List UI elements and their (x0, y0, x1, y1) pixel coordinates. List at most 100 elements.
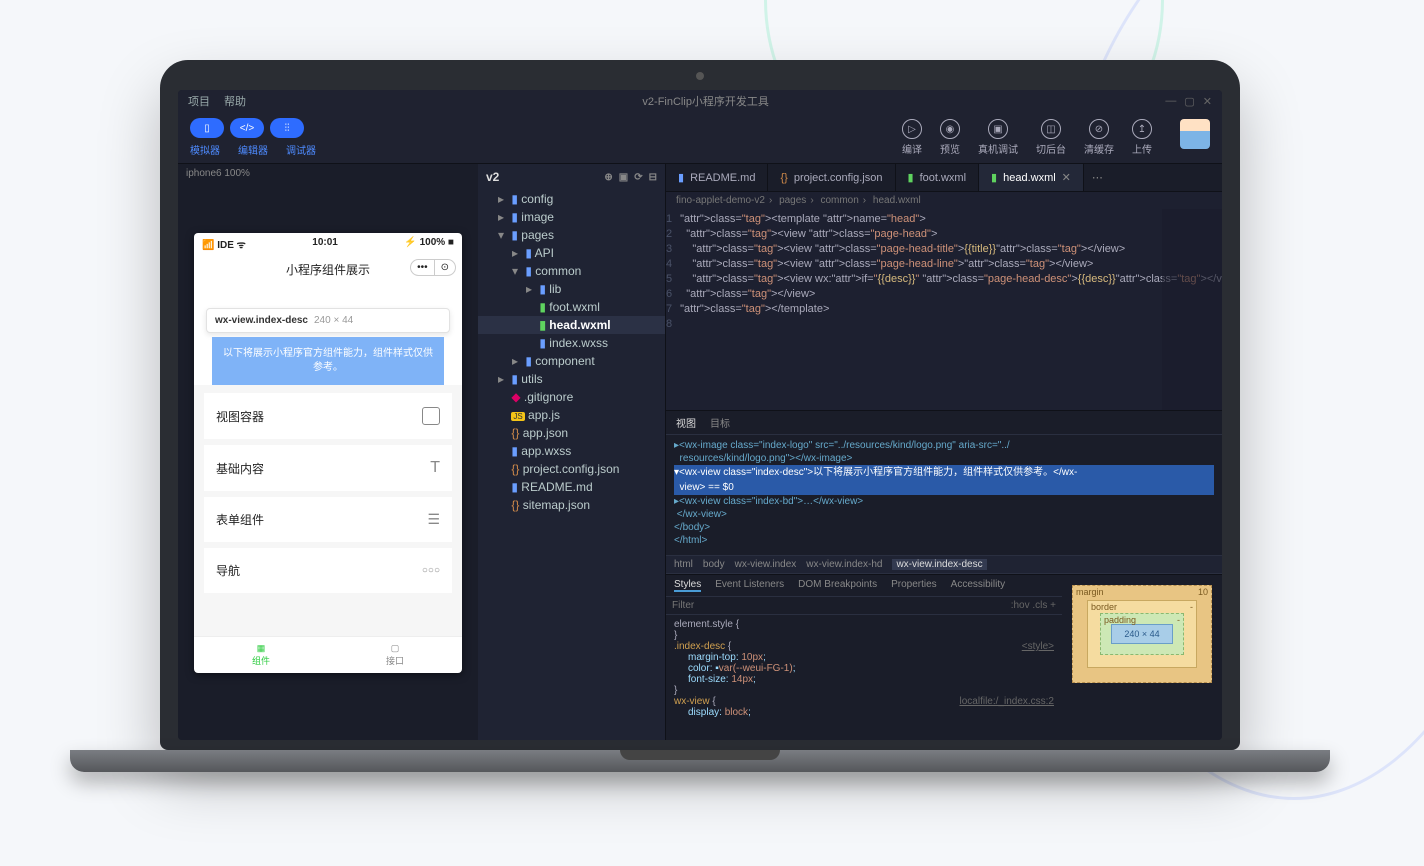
avatar[interactable] (1180, 119, 1210, 149)
project-root[interactable]: v2 (486, 170, 499, 184)
maximize-icon[interactable]: ▢ (1184, 95, 1194, 108)
folder-item[interactable]: ▸ ▮ lib (478, 280, 665, 298)
refresh-icon[interactable]: ⟳ (634, 172, 642, 183)
folder-item[interactable]: ▸ ▮ config (478, 190, 665, 208)
folder-item[interactable]: ▸ ▮ API (478, 244, 665, 262)
collapse-icon[interactable]: ⊟ (649, 172, 657, 183)
breadcrumb: fino-applet-demo-v2› pages› common› head… (666, 192, 1222, 209)
file-item[interactable]: ▮ head.wxml (478, 316, 665, 334)
folder-item[interactable]: ▾ ▮ common (478, 262, 665, 280)
menu-project[interactable]: 项目 (188, 93, 210, 109)
component-list: 视图容器 基础内容T 表单组件☰ 导航○○○ (194, 385, 462, 636)
file-item[interactable]: {} sitemap.json (478, 496, 665, 514)
new-file-icon[interactable]: ⊕ (604, 172, 612, 183)
window-title: v2-FinClip小程序开发工具 (260, 93, 1151, 109)
device-info: iphone6 100% (178, 164, 478, 183)
box-model: margin10 border- padding- 240 × 44 (1062, 575, 1222, 740)
more-tabs-icon[interactable]: ⋯ (1084, 164, 1111, 191)
folder-item[interactable]: ▸ ▮ component (478, 352, 665, 370)
cls-toggle[interactable]: .cls (1032, 600, 1047, 611)
mode-simulator-label: 模拟器 (190, 142, 220, 157)
hov-toggle[interactable]: :hov (1011, 600, 1030, 611)
highlighted-element[interactable]: 以下将展示小程序官方组件能力，组件样式仅供参考。 (212, 337, 444, 385)
file-item[interactable]: ▮ foot.wxml (478, 298, 665, 316)
code-editor[interactable]: 12345678 "attr">class="tag"><template "a… (666, 209, 1222, 410)
phone-title: 小程序组件展示 •••⊙ (194, 255, 462, 284)
add-style-icon[interactable]: + (1050, 600, 1056, 611)
file-item[interactable]: {} project.config.json (478, 460, 665, 478)
preview-button[interactable]: ◉预览 (940, 119, 960, 156)
clear-cache-button[interactable]: ⊘清缓存 (1084, 119, 1114, 156)
close-circle-icon[interactable]: ⊙ (435, 260, 455, 275)
phone-tabbar: ▦组件 ▢接口 (194, 636, 462, 673)
upload-button[interactable]: ↥上传 (1132, 119, 1152, 156)
phone-statusbar: 📶 IDE ᯤ 10:01 ⚡ 100% ■ (194, 233, 462, 255)
crumb-item[interactable]: wx-view.index-desc (892, 559, 986, 570)
file-item[interactable]: {} app.json (478, 424, 665, 442)
devtools: 视图 目标 ▸<wx-image class="index-logo" src=… (666, 410, 1222, 740)
close-icon[interactable]: ✕ (1203, 95, 1212, 108)
remote-debug-button[interactable]: ▣真机调试 (978, 119, 1018, 156)
menu-help[interactable]: 帮助 (224, 93, 246, 109)
mode-simulator-button[interactable]: ▯ (190, 118, 224, 138)
dom-tree[interactable]: ▸<wx-image class="index-logo" src="../re… (666, 435, 1222, 555)
editor-tab[interactable]: ▮ head.wxml ✕ (979, 164, 1084, 191)
laptop-frame: 项目 帮助 v2-FinClip小程序开发工具 — ▢ ✕ ▯ </> ⫶⫶ 模… (160, 60, 1240, 772)
text-icon: T (430, 459, 440, 477)
file-item[interactable]: JS app.js (478, 406, 665, 424)
crumb-item[interactable]: body (703, 559, 725, 570)
tab-api[interactable]: ▢接口 (328, 637, 462, 673)
file-explorer: v2 ⊕ ▣ ⟳ ⊟ ▸ ▮ config▸ ▮ image▾ ▮ pages▸… (478, 164, 666, 740)
dom-breadcrumb: html body wx-view.index wx-view.index-hd… (666, 555, 1222, 574)
toolbar: ▯ </> ⫶⫶ 模拟器 编辑器 调试器 ▷编译 ◉预览 ▣真机调试 ◫切后台 … (178, 112, 1222, 164)
phone-preview: 📶 IDE ᯤ 10:01 ⚡ 100% ■ 小程序组件展示 •••⊙ wx-v… (194, 233, 462, 673)
menu-icon: ☰ (427, 511, 440, 528)
styles-tab[interactable]: Styles (674, 579, 701, 592)
more-icon[interactable]: ••• (411, 260, 435, 275)
minimap[interactable] (1162, 209, 1222, 410)
dt-tab-elements[interactable]: 视图 (676, 415, 696, 430)
file-item[interactable]: ◆ .gitignore (478, 388, 665, 406)
mode-editor-button[interactable]: </> (230, 118, 264, 138)
editor-tab[interactable]: ▮ README.md (666, 164, 768, 191)
mode-editor-label: 编辑器 (238, 142, 268, 157)
styles-filter-input[interactable] (672, 600, 1011, 611)
css-rules[interactable]: element.style { } .index-desc {<style> m… (666, 615, 1062, 722)
list-item[interactable]: 基础内容T (204, 445, 452, 491)
editor-tab[interactable]: {} project.config.json (768, 164, 895, 191)
editor-tabs: ▮ README.md{} project.config.json▮ foot.… (666, 164, 1222, 192)
properties-tab[interactable]: Properties (891, 579, 937, 592)
crumb-item[interactable]: html (674, 559, 693, 570)
simulator-panel: iphone6 100% 📶 IDE ᯤ 10:01 ⚡ 100% ■ 小程序组… (178, 164, 478, 740)
folder-item[interactable]: ▸ ▮ utils (478, 370, 665, 388)
minimize-icon[interactable]: — (1165, 95, 1176, 108)
file-item[interactable]: ▮ index.wxss (478, 334, 665, 352)
dots-icon: ○○○ (422, 565, 440, 576)
crumb-item[interactable]: wx-view.index (735, 559, 797, 570)
mode-debugger-button[interactable]: ⫶⫶ (270, 118, 304, 138)
accessibility-tab[interactable]: Accessibility (951, 579, 1005, 592)
camera-notch (696, 72, 704, 80)
editor-tab[interactable]: ▮ foot.wxml (896, 164, 980, 191)
list-item[interactable]: 视图容器 (204, 393, 452, 439)
background-button[interactable]: ◫切后台 (1036, 119, 1066, 156)
menubar: 项目 帮助 v2-FinClip小程序开发工具 — ▢ ✕ (178, 90, 1222, 112)
folder-item[interactable]: ▸ ▮ image (478, 208, 665, 226)
list-item[interactable]: 表单组件☰ (204, 497, 452, 542)
mode-debugger-label: 调试器 (286, 142, 316, 157)
list-item[interactable]: 导航○○○ (204, 548, 452, 593)
file-item[interactable]: ▮ README.md (478, 478, 665, 496)
event-listeners-tab[interactable]: Event Listeners (715, 579, 784, 592)
file-item[interactable]: ▮ app.wxss (478, 442, 665, 460)
crumb-item[interactable]: wx-view.index-hd (806, 559, 882, 570)
new-folder-icon[interactable]: ▣ (619, 172, 628, 183)
dt-tab-target[interactable]: 目标 (710, 415, 730, 430)
ide-screen: 项目 帮助 v2-FinClip小程序开发工具 — ▢ ✕ ▯ </> ⫶⫶ 模… (178, 90, 1222, 740)
dom-breakpoints-tab[interactable]: DOM Breakpoints (798, 579, 877, 592)
folder-item[interactable]: ▾ ▮ pages (478, 226, 665, 244)
inspector-tooltip: wx-view.index-desc240 × 44 (206, 308, 450, 333)
container-icon (422, 407, 440, 425)
tab-components[interactable]: ▦组件 (194, 637, 328, 673)
close-tab-icon[interactable]: ✕ (1062, 171, 1071, 184)
compile-button[interactable]: ▷编译 (902, 119, 922, 156)
